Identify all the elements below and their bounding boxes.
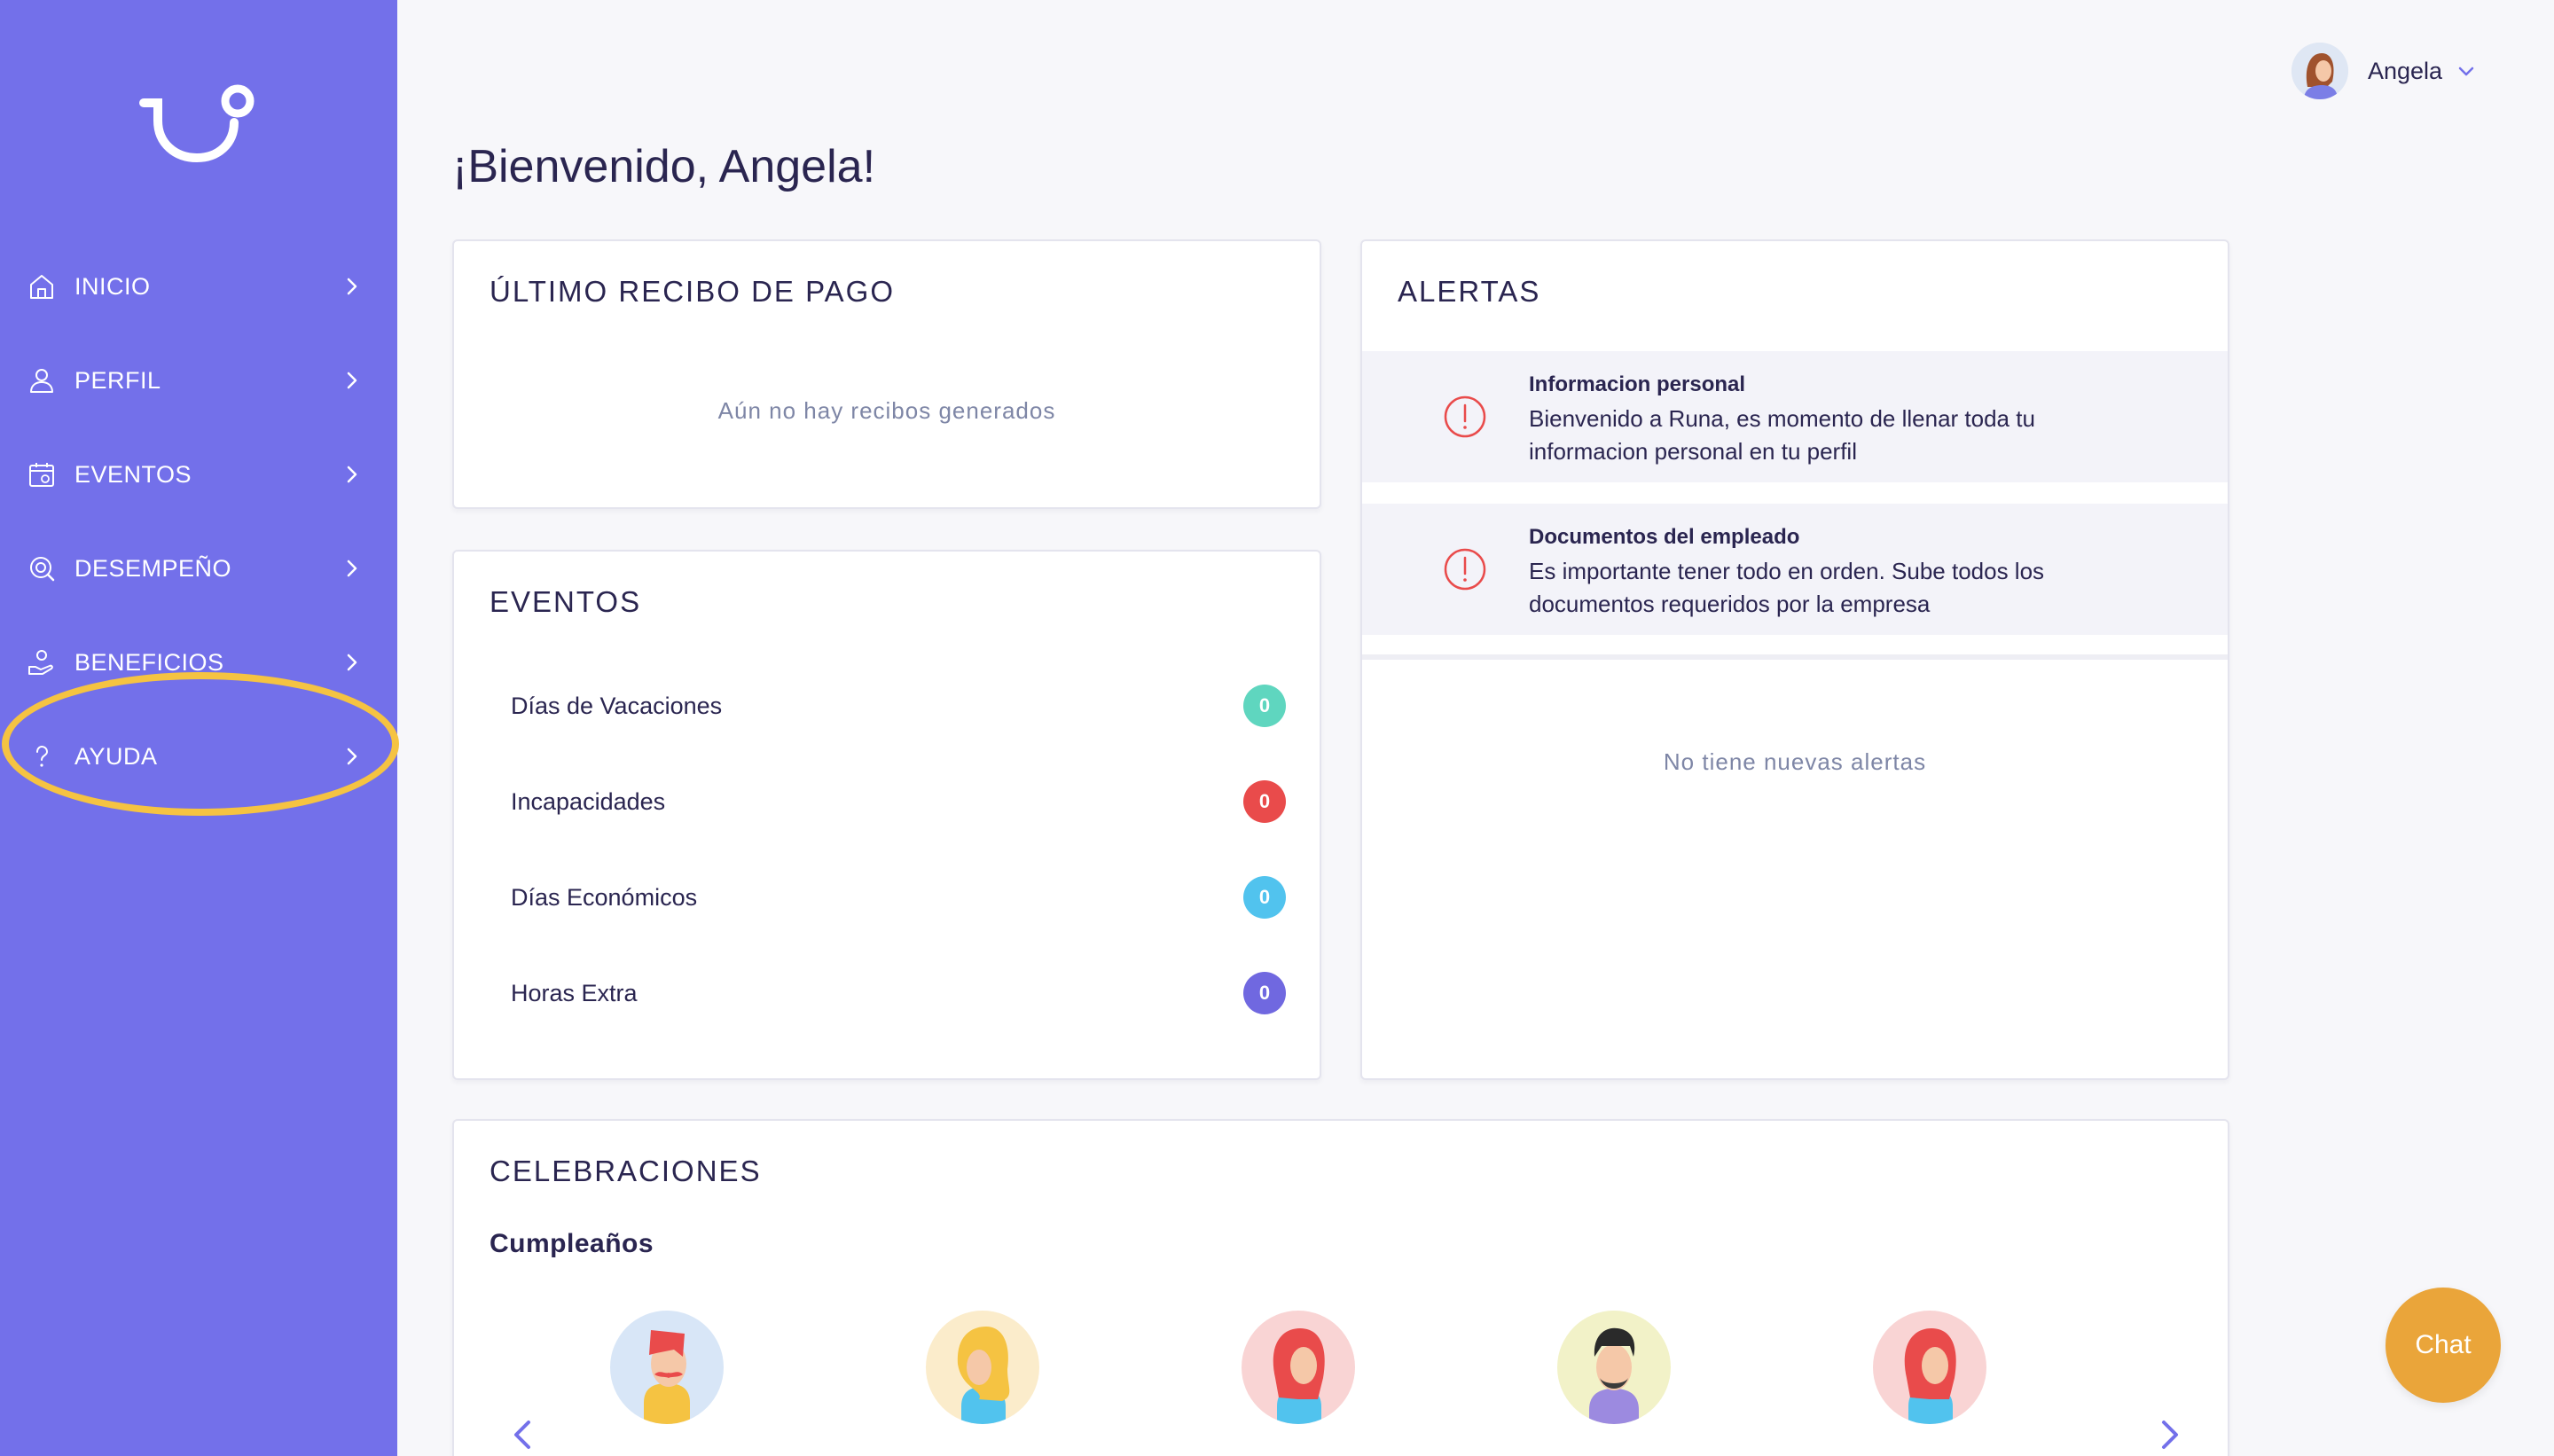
avatar bbox=[2292, 43, 2348, 99]
alert-text: Es importante tener todo en orden. Sube … bbox=[1529, 558, 2045, 617]
event-label: Incapacidades bbox=[511, 787, 666, 815]
sidebar-item-eventos[interactable]: EVENTOS bbox=[0, 427, 397, 521]
sidebar-item-label: EVENTOS bbox=[74, 460, 192, 488]
benefits-icon bbox=[28, 650, 53, 675]
event-count-badge: 0 bbox=[1243, 876, 1286, 919]
chevron-right-icon bbox=[347, 372, 357, 389]
page-title: ¡Bienvenido, Angela! bbox=[452, 141, 876, 192]
person-illustration bbox=[610, 1311, 724, 1424]
sidebar-item-perfil[interactable]: PERFIL bbox=[0, 333, 397, 427]
performance-icon bbox=[30, 557, 55, 582]
card-title: ÚLTIMO RECIBO DE PAGO bbox=[490, 275, 895, 308]
alert-text: Bienvenido a Runa, es momento de llenar … bbox=[1529, 405, 2035, 465]
event-row-horas-extra[interactable]: Horas Extra 0 bbox=[511, 967, 1286, 1020]
birthdays-heading: Cumpleaños bbox=[490, 1229, 654, 1258]
receipt-empty-message: Aún no hay recibos generados bbox=[717, 397, 1056, 424]
last-receipt-card: ÚLTIMO RECIBO DE PAGO Aún no hay recibos… bbox=[452, 239, 1321, 509]
sidebar-item-label: DESEMPEÑO bbox=[74, 554, 232, 582]
sidebar-item-inicio[interactable]: INICIO bbox=[0, 239, 397, 333]
event-label: Días Económicos bbox=[511, 883, 698, 911]
user-menu[interactable]: Angela bbox=[2292, 43, 2476, 99]
birthday-avatar[interactable] bbox=[926, 1311, 1039, 1424]
chevron-right-icon bbox=[347, 560, 357, 577]
celebrations-card: CELEBRACIONES Cumpleaños bbox=[452, 1119, 2229, 1456]
card-title: ALERTAS bbox=[1398, 275, 1541, 308]
user-avatar-illustration bbox=[2292, 43, 2348, 99]
home-icon bbox=[30, 275, 53, 299]
birthday-avatar[interactable] bbox=[1242, 1311, 1355, 1424]
event-row-incapacidades[interactable]: Incapacidades 0 bbox=[511, 775, 1286, 828]
runa-logo[interactable] bbox=[137, 82, 257, 165]
person-illustration bbox=[1557, 1311, 1671, 1424]
alerts-empty-message: No tiene nuevas alertas bbox=[1663, 748, 1927, 775]
person-illustration bbox=[926, 1311, 1039, 1424]
sidebar-item-ayuda[interactable]: AYUDA bbox=[0, 709, 397, 803]
event-count-badge: 0 bbox=[1243, 780, 1286, 823]
events-card: EVENTOS Días de Vacaciones 0 Incapacidad… bbox=[452, 550, 1321, 1080]
chevron-right-icon bbox=[347, 278, 357, 295]
sidebar-item-desempeno[interactable]: DESEMPEÑO bbox=[0, 521, 397, 615]
chat-button[interactable]: Chat bbox=[2386, 1288, 2501, 1403]
sidebar-item-label: BENEFICIOS bbox=[74, 648, 224, 676]
event-label: Días de Vacaciones bbox=[511, 692, 723, 719]
event-row-vacaciones[interactable]: Días de Vacaciones 0 bbox=[511, 679, 1286, 732]
event-count-badge: 0 bbox=[1243, 972, 1286, 1014]
user-name: Angela bbox=[2368, 57, 2443, 84]
chevron-right-icon bbox=[347, 748, 357, 765]
carousel-next-icon[interactable] bbox=[2157, 1417, 2183, 1452]
event-count-badge: 0 bbox=[1243, 685, 1286, 727]
alert-item-personal-info[interactable]: Informacion personal Bienvenido a Runa, … bbox=[1362, 351, 2228, 482]
birthday-avatar[interactable] bbox=[610, 1311, 724, 1424]
alert-item-employee-documents[interactable]: Documentos del empleado Es importante te… bbox=[1362, 504, 2228, 635]
calendar-icon bbox=[29, 463, 54, 487]
alert-exclamation-icon bbox=[1444, 548, 1486, 591]
sidebar-nav: INICIO PERFIL EVENTOS DESEMPEÑO BENEFICI… bbox=[0, 239, 397, 803]
sidebar: INICIO PERFIL EVENTOS DESEMPEÑO BENEFICI… bbox=[0, 0, 399, 1456]
sidebar-item-label: PERFIL bbox=[74, 366, 161, 394]
person-illustration bbox=[1242, 1311, 1355, 1424]
event-row-dias-economicos[interactable]: Días Económicos 0 bbox=[511, 871, 1286, 924]
sidebar-item-beneficios[interactable]: BENEFICIOS bbox=[0, 615, 397, 709]
birthday-avatar[interactable] bbox=[1873, 1311, 1986, 1424]
alert-exclamation-icon bbox=[1444, 395, 1486, 438]
card-title: EVENTOS bbox=[490, 585, 642, 618]
user-icon bbox=[30, 369, 53, 393]
sidebar-item-label: INICIO bbox=[74, 272, 151, 300]
help-icon bbox=[36, 745, 49, 767]
carousel-prev-icon[interactable] bbox=[509, 1417, 536, 1452]
person-illustration bbox=[1873, 1311, 1986, 1424]
chevron-down-icon bbox=[2458, 67, 2474, 76]
birthday-avatar[interactable] bbox=[1557, 1311, 1671, 1424]
event-label: Horas Extra bbox=[511, 979, 638, 1006]
alerts-divider bbox=[1362, 654, 2228, 660]
sidebar-item-label: AYUDA bbox=[74, 742, 158, 770]
card-title: CELEBRACIONES bbox=[490, 1155, 762, 1187]
alerts-card: ALERTAS Informacion personal Bienvenido … bbox=[1360, 239, 2229, 1080]
alert-title: Informacion personal bbox=[1529, 372, 1746, 396]
chevron-right-icon bbox=[347, 466, 357, 483]
alert-title: Documentos del empleado bbox=[1529, 525, 1800, 549]
chevron-right-icon bbox=[347, 654, 357, 671]
